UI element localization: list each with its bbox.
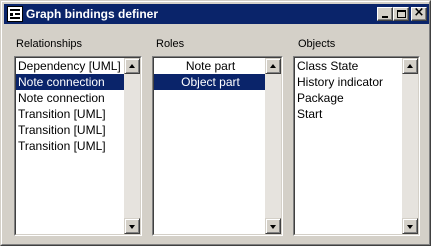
close-button[interactable]: × [411, 5, 427, 21]
relationships-list-item[interactable]: Transition [UML] [16, 106, 124, 122]
scroll-up-button[interactable] [402, 58, 418, 74]
objects-scrollbar[interactable] [402, 58, 418, 234]
title-bar[interactable]: Graph bindings definer × [4, 4, 429, 24]
minimize-button[interactable] [377, 7, 393, 21]
minimize-icon [382, 16, 388, 18]
roles-label: Roles [156, 38, 185, 50]
arrow-down-icon [270, 225, 276, 229]
maximize-button[interactable] [393, 7, 409, 21]
arrow-up-icon [407, 64, 413, 68]
arrow-up-icon [129, 64, 135, 68]
arrow-down-icon [129, 225, 135, 229]
roles-items: Note part Object part [154, 58, 265, 234]
close-icon: × [413, 5, 425, 20]
relationships-label: Relationships [16, 38, 83, 50]
scroll-down-button[interactable] [265, 218, 281, 234]
relationships-list-item[interactable]: Note connection [16, 90, 124, 106]
roles-list-item[interactable]: Note part [154, 58, 265, 74]
relationships-listbox[interactable]: Dependency [UML] Note connection Note conn… [14, 56, 142, 236]
maximize-icon [397, 10, 406, 18]
objects-label: Objects [298, 38, 336, 50]
roles-listbox[interactable]: Note part Object part [152, 56, 283, 236]
relationships-list-item[interactable]: Note connection [16, 74, 124, 90]
objects-items: Class State History indicator Package Start [295, 58, 402, 234]
scroll-down-button[interactable] [124, 218, 140, 234]
roles-scrollbar[interactable] [265, 58, 281, 234]
relationships-items: Dependency [UML] Note connection Note conn… [16, 58, 124, 234]
relationships-scrollbar[interactable] [124, 58, 140, 234]
objects-list-item[interactable]: Start [295, 106, 402, 122]
scroll-down-button[interactable] [402, 218, 418, 234]
roles-list-item[interactable]: Object part [154, 74, 265, 90]
relationships-list-item[interactable]: Dependency [UML] [16, 58, 124, 74]
window-title: Graph bindings definer [26, 7, 159, 21]
arrow-up-icon [270, 64, 276, 68]
graph-bindings-window: Graph bindings definer × Relationships D… [0, 0, 431, 246]
objects-list-item[interactable]: Package [295, 90, 402, 106]
arrow-down-icon [407, 225, 413, 229]
objects-list-item[interactable]: Class State [295, 58, 402, 74]
scroll-up-button[interactable] [265, 58, 281, 74]
app-icon[interactable] [7, 6, 23, 22]
objects-list-item[interactable]: History indicator [295, 74, 402, 90]
relationships-list-item[interactable]: Transition [UML] [16, 138, 124, 154]
scroll-up-button[interactable] [124, 58, 140, 74]
relationships-list-item[interactable]: Transition [UML] [16, 122, 124, 138]
objects-listbox[interactable]: Class State History indicator Package Start [293, 56, 420, 236]
